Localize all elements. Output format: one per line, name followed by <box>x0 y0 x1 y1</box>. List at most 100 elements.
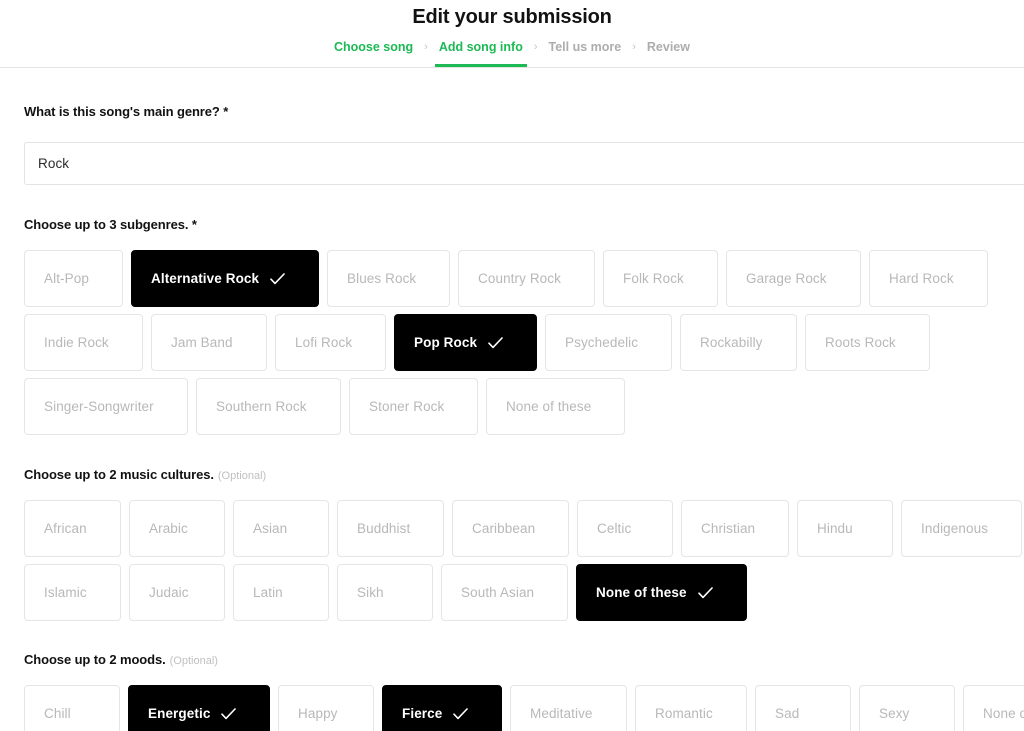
cultures-section: Choose up to 2 music cultures. (Optional)… <box>24 467 1022 621</box>
breadcrumb-step-review[interactable]: Review <box>641 39 696 55</box>
check-icon <box>270 272 285 285</box>
cultures-label-text: Choose up to 2 music cultures. <box>24 467 214 482</box>
chip-none-of-these[interactable]: None of these <box>963 685 1024 731</box>
chip-energetic[interactable]: Energetic <box>128 685 270 731</box>
chip-label: Romantic <box>655 706 713 721</box>
moods-optional-tag: (Optional) <box>169 655 218 667</box>
chip-row: African Arabic Asian Buddhist Caribbean Celti… <box>24 500 1022 557</box>
chip-lofi-rock[interactable]: Lofi Rock <box>275 314 386 371</box>
chip-label: Judaic <box>149 585 189 600</box>
breadcrumb-step-label: Review <box>646 40 690 54</box>
chip-psychedelic[interactable]: Psychedelic <box>545 314 672 371</box>
moods-chip-group: Chill Energetic Happy Fierce Meditative Roman… <box>24 685 1024 731</box>
chip-indigenous[interactable]: Indigenous <box>901 500 1022 557</box>
chip-celtic[interactable]: Celtic <box>577 500 673 557</box>
chip-south-asian[interactable]: South Asian <box>441 564 568 621</box>
subgenres-section: Choose up to 3 subgenres. * Alt-Pop Alter… <box>24 217 1000 435</box>
chip-alt-pop[interactable]: Alt-Pop <box>24 250 123 307</box>
chip-label: Christian <box>701 521 756 536</box>
chip-sikh[interactable]: Sikh <box>337 564 433 621</box>
chip-label: Happy <box>298 706 338 721</box>
page-header: Edit your submission Choose song › Add son… <box>0 0 1024 68</box>
chip-alternative-rock[interactable]: Alternative Rock <box>131 250 319 307</box>
cultures-label: Choose up to 2 music cultures. (Optional) <box>24 467 1000 482</box>
chip-row: Chill Energetic Happy Fierce Meditative Roman… <box>24 685 1024 731</box>
breadcrumb-step-tell-us-more[interactable]: Tell us more <box>543 39 628 55</box>
chip-label: Alternative Rock <box>151 271 260 286</box>
page-title: Edit your submission <box>412 6 612 28</box>
breadcrumb-step-label: Add song info <box>438 40 523 54</box>
chip-judaic[interactable]: Judaic <box>129 564 225 621</box>
chip-buddhist[interactable]: Buddhist <box>337 500 444 557</box>
chip-label: Pop Rock <box>414 335 478 350</box>
chip-indie-rock[interactable]: Indie Rock <box>24 314 143 371</box>
chip-label: Caribbean <box>472 521 536 536</box>
chip-label: Chill <box>44 706 71 721</box>
chip-label: Alt-Pop <box>44 271 89 286</box>
chip-rockabilly[interactable]: Rockabilly <box>680 314 797 371</box>
moods-label-text: Choose up to 2 moods. <box>24 652 166 667</box>
chip-hindu[interactable]: Hindu <box>797 500 893 557</box>
chip-label: None of these <box>596 585 687 600</box>
breadcrumb-separator: › <box>424 41 428 53</box>
chip-singer-songwriter[interactable]: Singer-Songwriter <box>24 378 188 435</box>
chip-fierce[interactable]: Fierce <box>382 685 502 731</box>
chip-label: Garage Rock <box>746 271 827 286</box>
chip-southern-rock[interactable]: Southern Rock <box>196 378 341 435</box>
chip-label: Sad <box>775 706 800 721</box>
chip-sad[interactable]: Sad <box>755 685 851 731</box>
breadcrumb-step-choose-song[interactable]: Choose song <box>328 39 419 55</box>
chip-label: Folk Rock <box>623 271 684 286</box>
chip-garage-rock[interactable]: Garage Rock <box>726 250 861 307</box>
chip-row: Singer-Songwriter Southern Rock Stoner Roc… <box>24 378 1000 435</box>
breadcrumb-step-label: Tell us more <box>548 40 622 54</box>
chip-label: Latin <box>253 585 283 600</box>
chip-label: None of these <box>983 706 1024 721</box>
chip-label: Islamic <box>44 585 87 600</box>
chip-label: Lofi Rock <box>295 335 353 350</box>
chip-folk-rock[interactable]: Folk Rock <box>603 250 718 307</box>
chip-label: Hard Rock <box>889 271 954 286</box>
chip-label: Country Rock <box>478 271 561 286</box>
main-genre-value: Rock <box>38 156 70 171</box>
chip-label: Psychedelic <box>565 335 639 350</box>
chip-label: Singer-Songwriter <box>44 399 154 414</box>
chip-label: Celtic <box>597 521 632 536</box>
chip-label: Jam Band <box>171 335 233 350</box>
breadcrumb-separator: › <box>632 41 636 53</box>
chip-label: Blues Rock <box>347 271 417 286</box>
chip-christian[interactable]: Christian <box>681 500 789 557</box>
chip-asian[interactable]: Asian <box>233 500 329 557</box>
chip-roots-rock[interactable]: Roots Rock <box>805 314 930 371</box>
chip-happy[interactable]: Happy <box>278 685 374 731</box>
cultures-chip-group: African Arabic Asian Buddhist Caribbean Celti… <box>24 500 1022 621</box>
chip-chill[interactable]: Chill <box>24 685 120 731</box>
chip-label: Arabic <box>149 521 188 536</box>
chip-row: Islamic Judaic Latin Sikh South Asian None of… <box>24 564 1000 621</box>
chip-jam-band[interactable]: Jam Band <box>151 314 267 371</box>
chip-label: Indie Rock <box>44 335 109 350</box>
chip-country-rock[interactable]: Country Rock <box>458 250 595 307</box>
chip-hard-rock[interactable]: Hard Rock <box>869 250 988 307</box>
chip-pop-rock[interactable]: Pop Rock <box>394 314 537 371</box>
main-genre-input[interactable]: Rock <box>24 142 1024 185</box>
chip-meditative[interactable]: Meditative <box>510 685 627 731</box>
breadcrumb-step-add-song-info[interactable]: Add song info <box>433 39 529 67</box>
chip-stoner-rock[interactable]: Stoner Rock <box>349 378 478 435</box>
chip-latin[interactable]: Latin <box>233 564 329 621</box>
chip-caribbean[interactable]: Caribbean <box>452 500 569 557</box>
moods-label: Choose up to 2 moods. (Optional) <box>24 652 1000 667</box>
chip-none-of-these[interactable]: None of these <box>576 564 747 621</box>
chip-african[interactable]: African <box>24 500 121 557</box>
chip-none-of-these[interactable]: None of these <box>486 378 625 435</box>
chip-row: Alt-Pop Alternative Rock Blues Rock Country… <box>24 250 1000 307</box>
form-body: What is this song's main genre? * Rock C… <box>0 104 1024 731</box>
chip-romantic[interactable]: Romantic <box>635 685 747 731</box>
chip-blues-rock[interactable]: Blues Rock <box>327 250 450 307</box>
chip-arabic[interactable]: Arabic <box>129 500 225 557</box>
chip-sexy[interactable]: Sexy <box>859 685 955 731</box>
chip-islamic[interactable]: Islamic <box>24 564 121 621</box>
main-genre-label: What is this song's main genre? * <box>24 104 229 119</box>
chip-label: Hindu <box>817 521 853 536</box>
check-icon <box>453 707 469 720</box>
